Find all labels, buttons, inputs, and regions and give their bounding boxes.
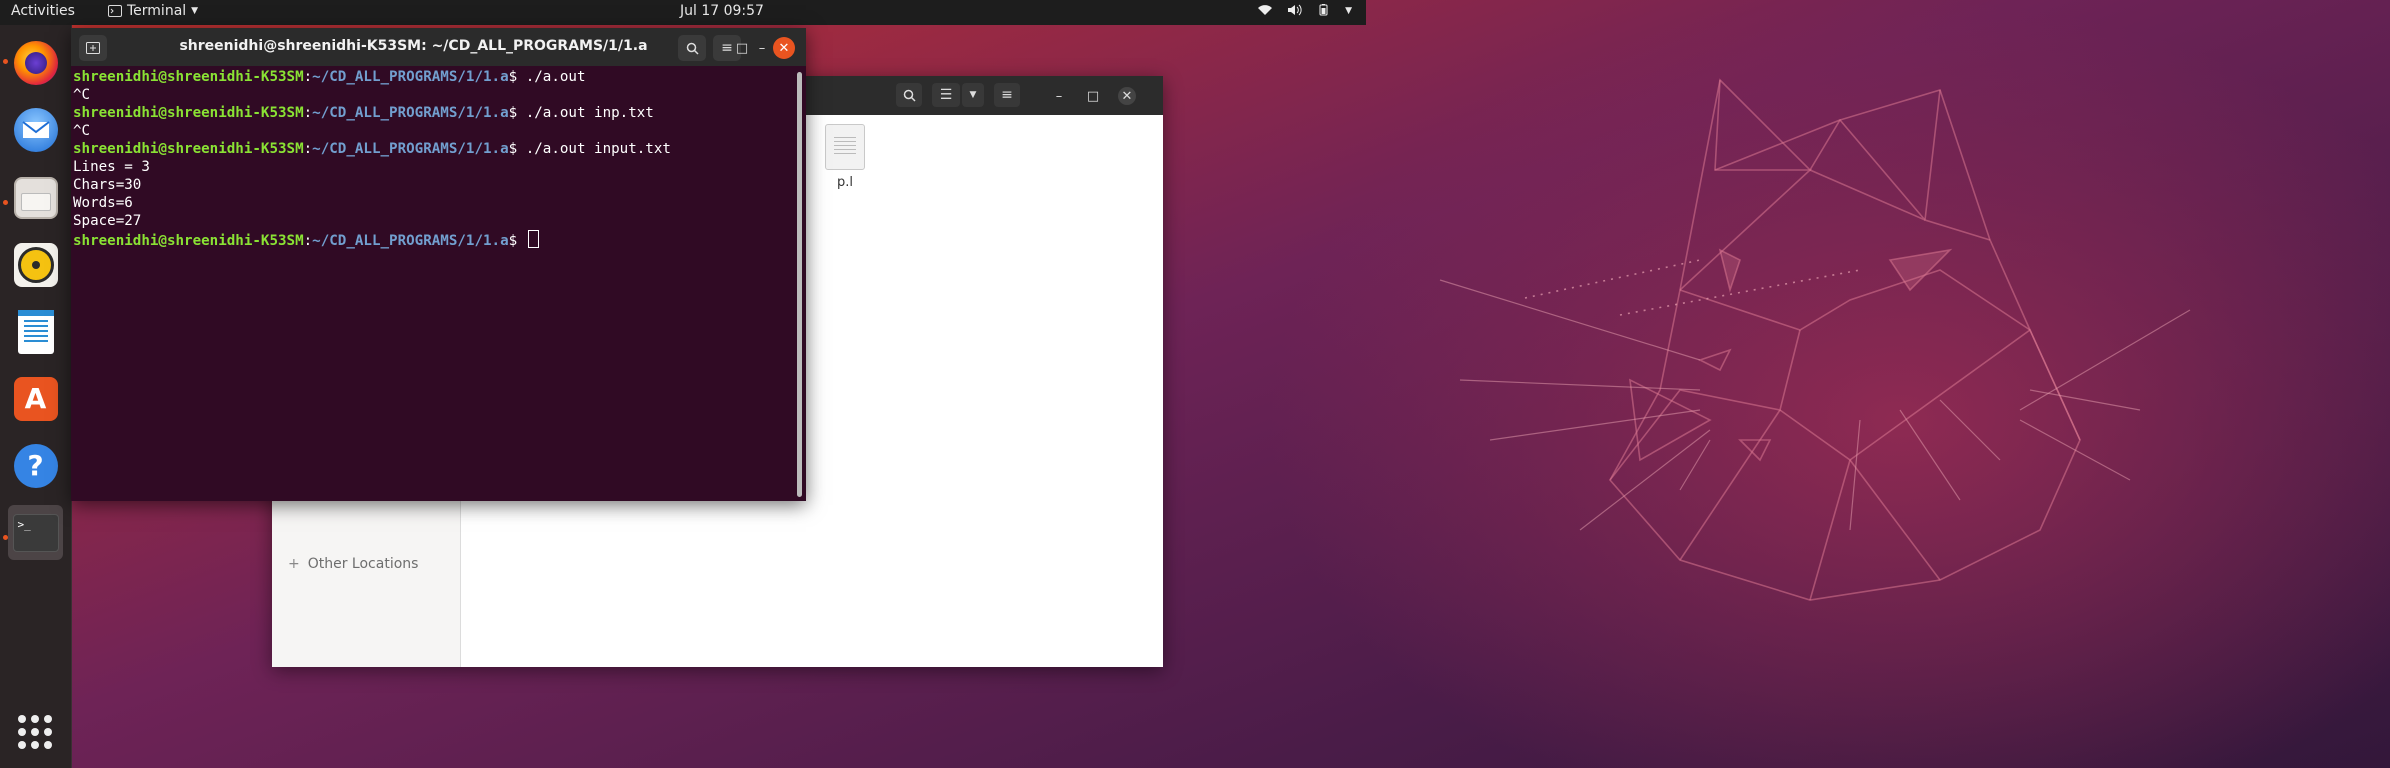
terminal-search-button[interactable]: [678, 35, 706, 61]
terminal-small-icon: [108, 5, 122, 17]
battery-icon: [1317, 4, 1331, 19]
files-view-list-button[interactable]: ☰: [932, 83, 960, 107]
prompt-command: ./a.out inp.txt: [517, 105, 654, 121]
text-file-icon: [825, 124, 865, 170]
new-tab-icon: [86, 42, 100, 54]
dock-item-files[interactable]: [8, 170, 63, 225]
prompt-path: ~/CD_ALL_PROGRAMS/1/1.a: [312, 69, 509, 85]
sidebar-item-other-locations[interactable]: + Other Locations: [288, 556, 418, 572]
prompt-dollar: $: [508, 105, 518, 121]
clock[interactable]: Jul 17 09:57: [680, 3, 764, 19]
files-search-button[interactable]: [896, 83, 922, 107]
activities-button[interactable]: Activities: [11, 3, 75, 19]
prompt-user-host: shreenidhi@shreenidhi-K53SM: [73, 141, 304, 157]
app-name: Terminal: [127, 3, 187, 19]
files-view-options-button[interactable]: ▼: [962, 83, 984, 107]
maximize-icon: □: [1086, 88, 1100, 104]
close-icon: ✕: [1121, 88, 1133, 104]
close-icon: ✕: [778, 40, 790, 56]
terminal-maximize-button[interactable]: □: [733, 39, 751, 57]
sidebar-item-label: Other Locations: [307, 556, 419, 572]
prompt-separator: :: [303, 69, 313, 85]
prompt-path: ~/CD_ALL_PROGRAMS/1/1.a: [312, 105, 509, 121]
terminal-prompt-line: shreenidhi@shreenidhi-K53SM:~/CD_ALL_PRO…: [73, 230, 783, 250]
prompt-separator: :: [303, 105, 313, 121]
file-item[interactable]: p.l: [825, 124, 865, 190]
dock: A ? >_: [0, 25, 72, 768]
terminal-prompt-line: shreenidhi@shreenidhi-K53SM:~/CD_ALL_PRO…: [73, 140, 783, 158]
dock-item-writer[interactable]: [8, 304, 63, 359]
dock-item-software[interactable]: A: [8, 371, 63, 426]
terminal-output-line: Space=27: [73, 213, 142, 229]
terminal-scrollbar[interactable]: [797, 72, 802, 497]
wallpaper-cat-graphic: [1439, 78, 2191, 601]
chevron-down-icon: ▼: [969, 90, 977, 100]
files-close-button[interactable]: ✕: [1118, 87, 1136, 105]
files-menu-button[interactable]: ≡: [994, 83, 1020, 107]
dock-item-rhythmbox[interactable]: [8, 237, 63, 292]
files-icon: [13, 176, 58, 219]
dock-item-firefox[interactable]: [8, 35, 63, 90]
prompt-command: [517, 233, 526, 249]
terminal-output[interactable]: shreenidhi@shreenidhi-K53SM:~/CD_ALL_PRO…: [73, 68, 783, 498]
terminal-prompt-line: shreenidhi@shreenidhi-K53SM:~/CD_ALL_PRO…: [73, 68, 783, 86]
terminal-minimize-button[interactable]: –: [753, 39, 771, 57]
caret-down-icon: ▼: [191, 6, 199, 16]
dock-item-help[interactable]: ?: [8, 438, 63, 493]
terminal-window: shreenidhi@shreenidhi-K53SM: ~/CD_ALL_PR…: [71, 28, 806, 501]
prompt-command: ./a.out: [517, 69, 586, 85]
dock-item-thunderbird[interactable]: [8, 102, 63, 157]
terminal-prompt-line: shreenidhi@shreenidhi-K53SM:~/CD_ALL_PRO…: [73, 104, 783, 122]
caret-down-icon: ▼: [1345, 6, 1352, 16]
prompt-separator: :: [303, 233, 313, 249]
thunderbird-icon: [13, 107, 58, 152]
terminal-output-line: ^C: [73, 123, 91, 139]
list-view-icon: ☰: [939, 87, 953, 103]
help-icon: ?: [13, 443, 58, 488]
app-menu[interactable]: Terminal ▼: [108, 3, 198, 19]
prompt-user-host: shreenidhi@shreenidhi-K53SM: [73, 105, 304, 121]
prompt-user-host: shreenidhi@shreenidhi-K53SM: [73, 233, 304, 249]
terminal-output-line: Words=6: [73, 195, 133, 211]
window-title: shreenidhi@shreenidhi-K53SM: ~/CD_ALL_PR…: [179, 38, 648, 54]
writer-icon: [17, 309, 54, 354]
terminal-headerbar: shreenidhi@shreenidhi-K53SM: ~/CD_ALL_PR…: [71, 28, 806, 66]
files-maximize-button[interactable]: □: [1084, 87, 1102, 105]
terminal-output-line: Lines = 3: [73, 159, 150, 175]
hamburger-icon: ≡: [721, 40, 733, 56]
prompt-user-host: shreenidhi@shreenidhi-K53SM: [73, 69, 304, 85]
prompt-dollar: $: [508, 69, 518, 85]
prompt-dollar: $: [508, 233, 518, 249]
terminal-output-line: ^C: [73, 87, 91, 103]
show-applications-icon[interactable]: [18, 715, 52, 749]
software-icon: A: [13, 376, 58, 421]
search-icon: [686, 42, 699, 55]
terminal-cursor: [527, 230, 539, 248]
prompt-command: ./a.out input.txt: [517, 141, 671, 157]
hamburger-icon: ≡: [1001, 87, 1013, 103]
prompt-path: ~/CD_ALL_PROGRAMS/1/1.a: [312, 141, 509, 157]
file-name: p.l: [837, 175, 853, 190]
volume-icon: [1287, 4, 1303, 19]
search-icon: [903, 89, 916, 102]
prompt-path: ~/CD_ALL_PROGRAMS/1/1.a: [312, 233, 509, 249]
files-minimize-button[interactable]: –: [1050, 87, 1068, 105]
rhythmbox-icon: [13, 242, 58, 287]
prompt-dollar: $: [508, 141, 518, 157]
minimize-icon: –: [758, 40, 766, 56]
dock-item-terminal[interactable]: >_: [8, 505, 63, 560]
terminal-output-line: Chars=30: [73, 177, 142, 193]
new-tab-button[interactable]: [79, 35, 107, 61]
prompt-separator: :: [303, 141, 313, 157]
maximize-icon: □: [735, 40, 749, 56]
plus-icon: +: [288, 556, 300, 572]
terminal-close-button[interactable]: ✕: [773, 37, 795, 59]
network-icon: [1257, 4, 1273, 19]
minimize-icon: –: [1055, 88, 1063, 104]
firefox-icon: [13, 40, 58, 85]
terminal-icon: >_: [12, 513, 59, 552]
system-status-menu[interactable]: ▼: [1257, 4, 1352, 19]
top-bar: Activities Terminal ▼ Jul 17 09:57 ▼: [0, 0, 1366, 25]
